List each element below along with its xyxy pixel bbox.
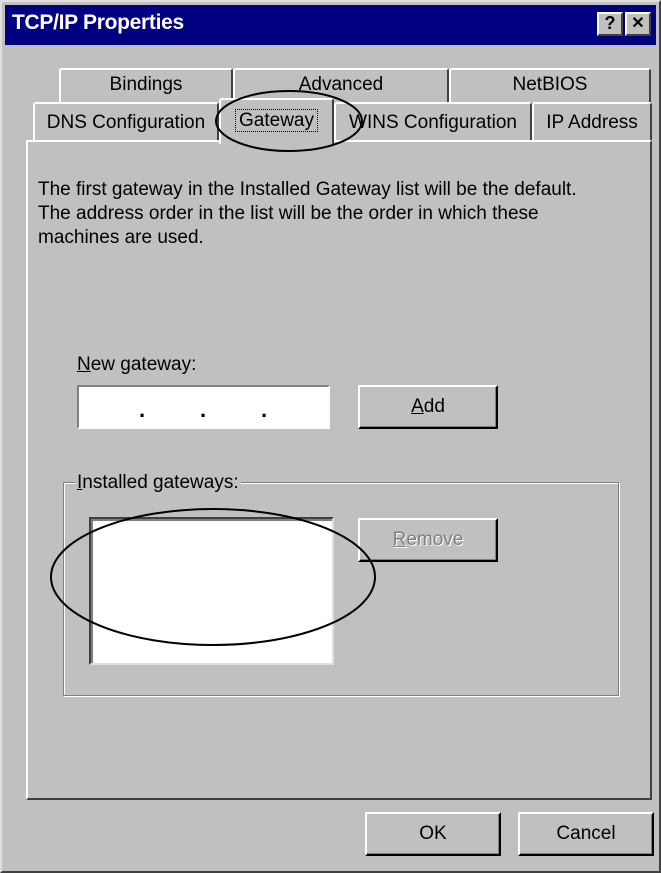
- description-line-3: machines are used.: [38, 227, 204, 248]
- tab-bindings-label: Bindings: [109, 74, 183, 95]
- remove-button[interactable]: Remove: [358, 518, 498, 562]
- add-button[interactable]: Add: [358, 385, 498, 429]
- tab-dns-label: DNS Configuration: [46, 112, 206, 133]
- tab-netbios[interactable]: NetBIOS: [449, 68, 651, 102]
- ip-separator-2: .: [200, 397, 207, 422]
- tab-wins-label: WINS Configuration: [349, 112, 517, 133]
- ok-button[interactable]: OK: [365, 812, 501, 856]
- add-button-mnemonic: A: [411, 396, 424, 417]
- help-icon: ?: [604, 13, 616, 33]
- tab-bindings[interactable]: Bindings: [59, 68, 233, 102]
- cancel-button-label: Cancel: [556, 823, 616, 844]
- tab-wins-configuration[interactable]: WINS Configuration: [334, 102, 532, 142]
- close-button[interactable]: ✕: [625, 12, 651, 36]
- title-bar[interactable]: TCP/IP Properties ? ✕: [5, 5, 656, 45]
- new-gateway-label: New gateway:: [77, 354, 196, 376]
- tab-ip-address[interactable]: IP Address: [532, 102, 652, 142]
- ip-separator-1: .: [139, 397, 146, 422]
- window-title: TCP/IP Properties: [12, 11, 184, 34]
- new-gateway-mnemonic: N: [77, 354, 91, 375]
- tab-gateway[interactable]: Gateway: [219, 98, 334, 144]
- description-line-1: The first gateway in the Installed Gatew…: [38, 179, 577, 200]
- ip-separator-3: .: [261, 397, 268, 422]
- new-gateway-label-text: ew gateway:: [90, 354, 197, 375]
- tab-advanced[interactable]: Advanced: [233, 68, 449, 102]
- remove-button-mnemonic: R: [392, 529, 407, 550]
- new-gateway-ip-field[interactable]: . . .: [77, 385, 330, 429]
- tab-gateway-label: Gateway: [235, 109, 318, 132]
- tab-dns-configuration[interactable]: DNS Configuration: [33, 102, 219, 142]
- installed-gateways-label: Installed gateways:: [75, 472, 241, 494]
- cancel-button[interactable]: Cancel: [518, 812, 654, 856]
- add-button-label: dd: [423, 396, 445, 417]
- tcpip-properties-dialog: TCP/IP Properties ? ✕ Bindings Advanced …: [0, 0, 661, 873]
- help-button[interactable]: ?: [597, 12, 623, 36]
- tab-advanced-label: Advanced: [298, 74, 384, 95]
- ok-button-label: OK: [419, 823, 447, 844]
- tab-ip-address-label: IP Address: [546, 112, 638, 133]
- installed-gateways-label-text: nstalled gateways:: [82, 472, 239, 493]
- description-line-2: The address order in the list will be th…: [38, 203, 539, 224]
- installed-gateways-list[interactable]: [89, 517, 334, 665]
- tab-netbios-label: NetBIOS: [512, 74, 588, 95]
- gateway-description: The first gateway in the Installed Gatew…: [38, 178, 638, 250]
- close-icon: ✕: [631, 15, 645, 32]
- remove-button-label: emove: [406, 529, 464, 550]
